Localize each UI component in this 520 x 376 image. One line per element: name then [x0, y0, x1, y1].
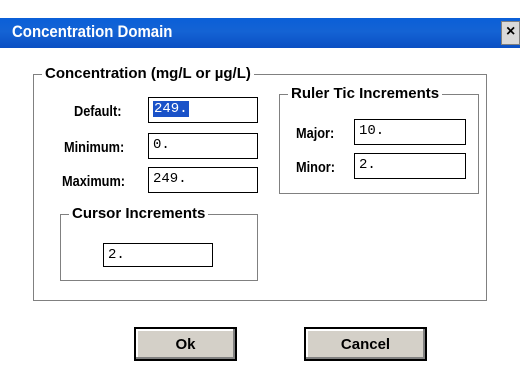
maximum-field[interactable]: 249.: [148, 167, 258, 193]
major-field[interactable]: 10.: [354, 119, 466, 145]
ok-button[interactable]: Ok: [134, 327, 237, 361]
cancel-button-label: Cancel: [340, 335, 391, 353]
close-button[interactable]: ×: [501, 21, 520, 45]
maximum-value: 249.: [153, 171, 187, 187]
default-field[interactable]: 249.: [148, 97, 258, 123]
minor-value: 2.: [359, 157, 376, 173]
dialog-body: Concentration (mg/L or µg/L) Ruler Tic I…: [0, 48, 520, 376]
cursor-increments-value: 2.: [108, 247, 125, 263]
minimum-label: Minimum:: [64, 139, 125, 156]
maximum-label: Maximum:: [62, 173, 126, 190]
cursor-increments-legend: Cursor Increments: [72, 205, 206, 222]
cancel-button[interactable]: Cancel: [304, 327, 427, 361]
minor-field[interactable]: 2.: [354, 153, 466, 179]
major-value: 10.: [359, 123, 385, 139]
minimum-field[interactable]: 0.: [148, 133, 258, 159]
default-value: 249.: [153, 101, 189, 117]
minor-label: Minor:: [296, 159, 335, 176]
ruler-tic-legend: Ruler Tic Increments: [291, 85, 440, 102]
default-label: Default:: [74, 103, 122, 120]
close-icon: ×: [506, 23, 516, 40]
concentration-legend: Concentration (mg/L or µg/L): [45, 65, 251, 82]
dialog-title: Concentration Domain: [12, 22, 173, 41]
minimum-value: 0.: [153, 137, 170, 153]
cursor-increments-field[interactable]: 2.: [103, 243, 213, 267]
ok-button-label: Ok: [175, 335, 196, 353]
major-label: Major:: [296, 125, 335, 142]
